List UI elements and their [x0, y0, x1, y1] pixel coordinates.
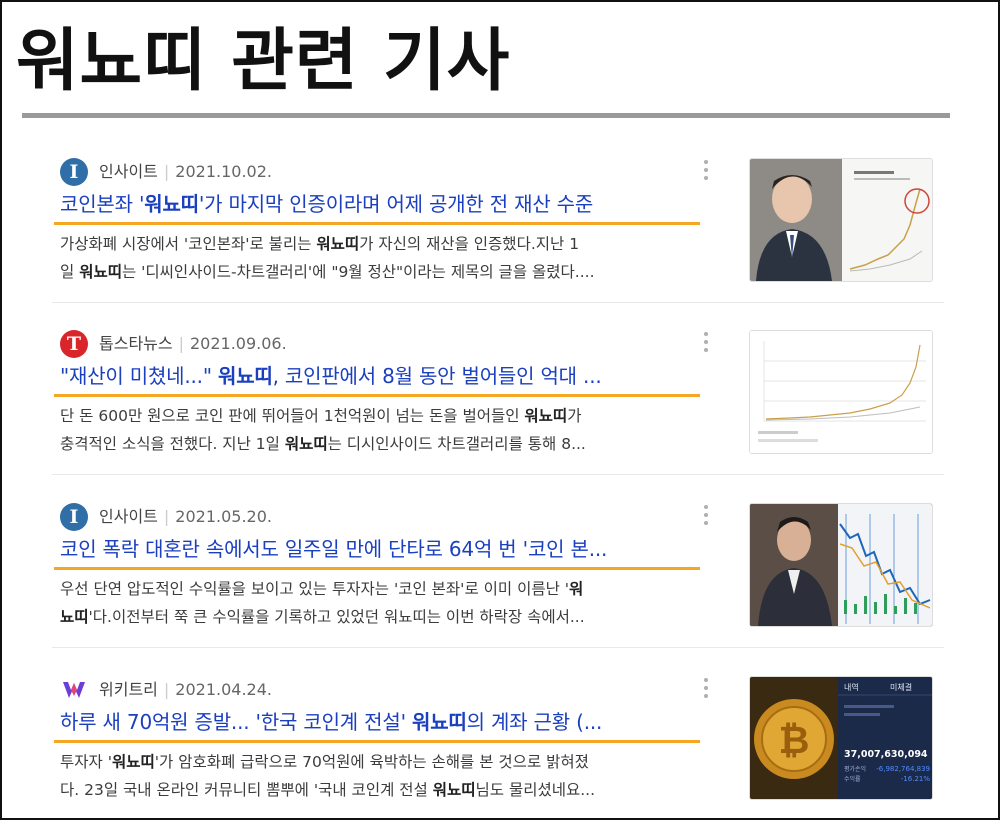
news-item[interactable]: I 인사이트 | 2021.05.20. 코인 폭락 대혼란 속에서도 일주일 만에…	[52, 497, 944, 648]
more-options-icon[interactable]	[696, 329, 716, 355]
separator: |	[163, 680, 170, 699]
headline-link[interactable]: 하루 새 70억원 증발... '한국 코인계 전설' 워뇨띠의 계좌 근황 (…	[60, 707, 710, 737]
source-name[interactable]: 인사이트	[99, 162, 158, 181]
source-line: 인사이트 | 2021.05.20.	[99, 505, 272, 529]
publish-date: 2021.04.24.	[175, 680, 272, 699]
separator: |	[163, 507, 170, 526]
article-snippet: 가상화폐 시장에서 '코인본좌'로 불리는 워뇨띠가 자신의 재산을 인증했다.…	[60, 235, 595, 281]
more-options-icon[interactable]	[696, 157, 716, 183]
publish-date: 2021.05.20.	[175, 507, 272, 526]
page-title: 워뇨띠 관련 기사	[16, 22, 511, 101]
source-line: 인사이트 | 2021.10.02.	[99, 160, 272, 184]
article-snippet: 투자자 '워뇨띠'가 암호화폐 급락으로 70억원에 육박하는 손해를 본 것으…	[60, 753, 596, 799]
page-frame: 워뇨띠 관련 기사 I 인사이트 | 2021.10.02. 코인본좌 '워뇨띠'가…	[0, 0, 1000, 820]
news-item[interactable]: 위키트리 | 2021.04.24. 하루 새 70억원 증발... '한국 코인계…	[52, 670, 944, 820]
publish-date: 2021.10.02.	[175, 162, 272, 181]
article-snippet: 우선 단연 압도적인 수익률을 보이고 있는 투자자는 '코인 본좌'로 이미 …	[60, 580, 585, 626]
person-with-chart-thumbnail[interactable]	[749, 158, 933, 282]
headline-link[interactable]: 코인본좌 '워뇨띠'가 마지막 인증이라며 어제 공개한 전 재산 수준	[60, 189, 710, 219]
source-name[interactable]: 인사이트	[99, 507, 158, 526]
highlight-underline	[54, 740, 700, 743]
headline-link[interactable]: 코인 폭락 대혼란 속에서도 일주일 만에 단타로 64억 번 '코인 본...	[60, 534, 710, 564]
source-line: 톱스타뉴스 | 2021.09.06.	[99, 332, 287, 356]
source-name[interactable]: 톱스타뉴스	[99, 334, 173, 353]
publish-date: 2021.09.06.	[190, 334, 287, 353]
title-divider	[22, 113, 950, 118]
trader-with-stock-chart-thumbnail[interactable]	[749, 503, 933, 627]
headline-link[interactable]: "재산이 미쳤네..." 워뇨띠, 코인판에서 8월 동안 벌어들인 억대 ..…	[60, 361, 710, 391]
more-options-icon[interactable]	[696, 502, 716, 528]
account-label-pnl: 평가손익	[844, 765, 866, 773]
account-tab-history: 내역	[844, 682, 859, 692]
account-total-value: 37,007,630,094	[844, 749, 928, 760]
account-tab-pending: 미체결	[890, 682, 912, 692]
topstarnews-logo-icon: T	[60, 330, 88, 358]
highlight-underline	[54, 394, 700, 397]
wikitree-logo-icon	[60, 676, 88, 704]
account-label-rate: 수익률	[844, 775, 861, 783]
insight-logo-icon: I	[60, 158, 88, 186]
separator: |	[163, 162, 170, 181]
more-options-icon[interactable]	[696, 675, 716, 701]
source-line: 위키트리 | 2021.04.24.	[99, 678, 272, 702]
asset-chart-thumbnail[interactable]	[749, 330, 933, 454]
account-loss: -6,982,764,839	[876, 765, 930, 773]
highlight-underline	[54, 222, 700, 225]
source-name[interactable]: 위키트리	[99, 680, 158, 699]
separator: |	[178, 334, 184, 353]
news-item[interactable]: T 톱스타뉴스 | 2021.09.06. "재산이 미쳤네..." 워뇨띠, 코인…	[52, 324, 944, 475]
news-item[interactable]: I 인사이트 | 2021.10.02. 코인본좌 '워뇨띠'가 마지막 인증이라며…	[52, 152, 944, 303]
svg-text:₿: ₿	[779, 718, 810, 762]
account-rate: -16.21%	[901, 775, 931, 783]
highlight-underline	[54, 567, 700, 570]
insight-logo-icon: I	[60, 503, 88, 531]
article-snippet: 단 돈 600만 원으로 코인 판에 뛰어들어 1천억원이 넘는 돈을 벌어들인…	[60, 407, 586, 453]
bitcoin-account-thumbnail[interactable]: ₿ 내역 미체결 37,007,630,094 평가손익 -6,982,764,…	[749, 676, 933, 800]
